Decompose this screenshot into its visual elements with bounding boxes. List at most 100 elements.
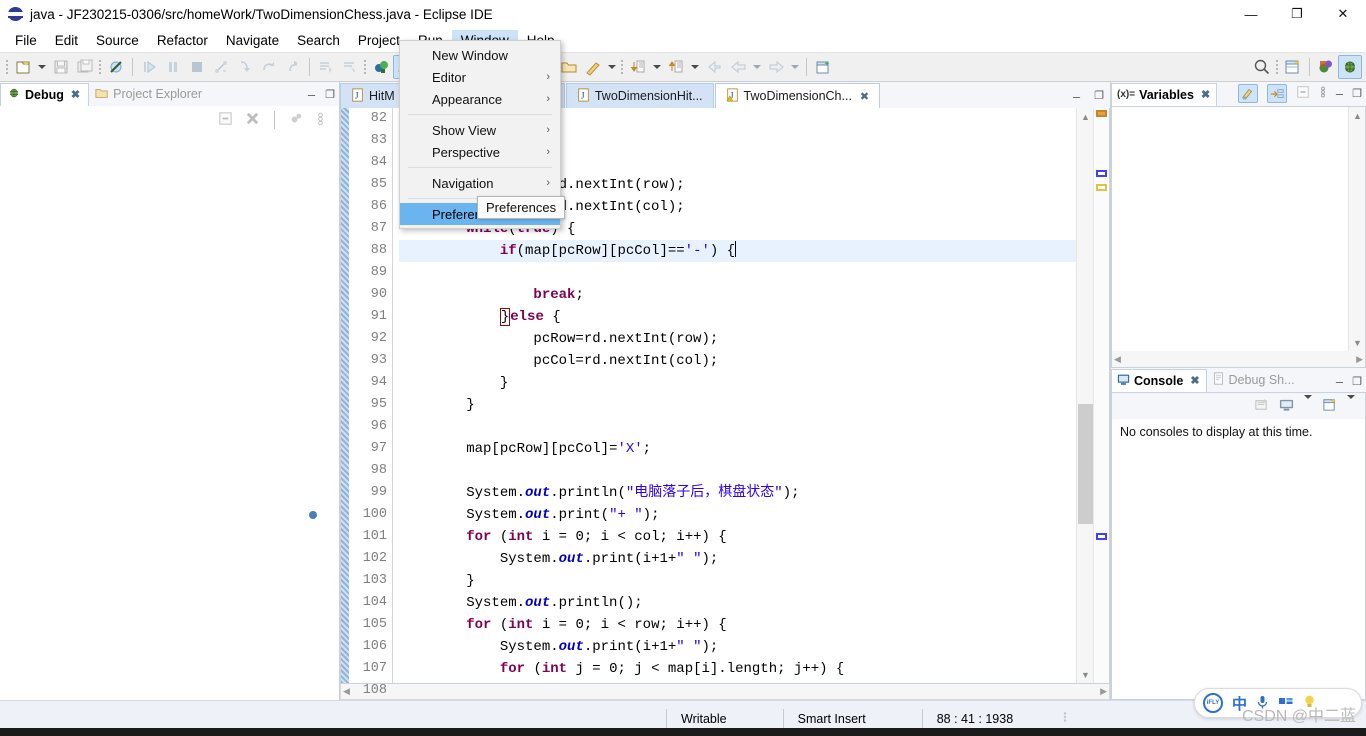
close-icon[interactable]: ✖ [71, 88, 80, 101]
code-line[interactable]: pcCol=rd.nextInt(col); [399, 350, 1076, 372]
code-line[interactable] [399, 460, 1076, 482]
variables-vertical-scrollbar[interactable]: ▲ ▼ [1348, 107, 1365, 351]
menu-item-show-view[interactable]: Show View › [400, 119, 560, 141]
tab-debug-shell[interactable]: Debug Sh... [1207, 369, 1301, 392]
toolbar-grip-3[interactable] [362, 57, 369, 77]
minimize-view-icon[interactable]: – [308, 87, 315, 102]
drop-to-frame-icon[interactable] [314, 55, 338, 79]
toolbar-grip-2[interactable] [97, 57, 104, 77]
view-menu-icon[interactable] [1319, 85, 1327, 102]
menu-source[interactable]: Source [87, 30, 148, 51]
overview-marker[interactable] [1096, 533, 1107, 540]
menu-navigate[interactable]: Navigate [217, 30, 288, 51]
tab-variables[interactable]: (x)= Variables ✖ [1111, 83, 1218, 106]
backward-icon[interactable] [726, 55, 750, 79]
external-tools-icon[interactable] [581, 55, 605, 79]
code-line[interactable]: } [399, 372, 1076, 394]
code-line[interactable]: for (int j = 0; j < map[i].length; j++) … [399, 658, 1076, 680]
save-icon[interactable] [49, 55, 73, 79]
external-dropdown-icon[interactable] [605, 55, 619, 79]
variables-table[interactable]: ▲ ▼ ◀ ▶ [1111, 106, 1366, 368]
code-line[interactable]: System.out.print(i+1+" "); [399, 636, 1076, 658]
close-icon[interactable]: ✖ [860, 90, 869, 103]
code-line[interactable]: System.out.print(i+1+" "); [399, 548, 1076, 570]
save-all-icon[interactable] [73, 55, 97, 79]
toolbar-grip-6[interactable] [1274, 57, 1281, 77]
suspend-icon[interactable] [161, 55, 185, 79]
show-logical-structure-icon[interactable] [1237, 84, 1258, 103]
code-line[interactable]: map[pcRow][pcCol]='X'; [399, 438, 1076, 460]
menu-search[interactable]: Search [288, 30, 349, 51]
variables-horizontal-scrollbar[interactable]: ◀ ▶ [1112, 351, 1365, 367]
code-line[interactable]: System.out.print("+ "); [399, 504, 1076, 526]
status-overflow-icon[interactable] [1061, 709, 1069, 728]
maximize-editor-icon[interactable]: ❐ [1094, 89, 1104, 104]
close-icon[interactable]: ✖ [1190, 374, 1199, 387]
new-wizard-icon[interactable] [11, 55, 35, 79]
code-line[interactable]: break; [399, 284, 1076, 306]
search-icon[interactable] [1250, 55, 1274, 79]
new-java-project-icon[interactable] [1281, 55, 1305, 79]
menu-item-editor[interactable]: Editor › [400, 66, 560, 88]
use-step-filters-icon[interactable] [338, 55, 362, 79]
minimize-button[interactable]: — [1228, 0, 1274, 28]
toolbar-grip-5[interactable] [619, 57, 626, 77]
step-over-icon[interactable] [257, 55, 281, 79]
editor-tab-3[interactable]: J TwoDimensionHit... [565, 83, 714, 108]
debug-perspective-small-icon[interactable] [369, 55, 393, 79]
console-body[interactable]: No consoles to display at this time. [1111, 392, 1366, 700]
backward-dropdown-icon[interactable] [750, 55, 764, 79]
code-line[interactable]: } [399, 394, 1076, 416]
editor-tab-0[interactable]: J HitM [340, 83, 406, 108]
overview-marker[interactable] [1096, 184, 1107, 191]
menu-file[interactable]: File [6, 30, 46, 51]
step-return-icon[interactable] [281, 55, 305, 79]
editor-horizontal-scrollbar[interactable]: ◀ ▶ [340, 684, 1110, 700]
next-annotation-icon[interactable] [626, 55, 650, 79]
editor-tab-4[interactable]: J TwoDimensionCh... ✖ [714, 83, 881, 108]
new-console-view-icon[interactable] [1322, 397, 1337, 415]
menu-edit[interactable]: Edit [46, 30, 87, 51]
code-line[interactable] [399, 680, 1076, 683]
step-into-icon[interactable] [233, 55, 257, 79]
minimize-variables-icon[interactable]: – [1336, 86, 1343, 101]
menu-item-appearance[interactable]: Appearance › [400, 88, 560, 110]
code-line[interactable]: if(map[pcRow][pcCol]=='-') { [399, 240, 1076, 262]
code-line[interactable]: }else { [399, 306, 1076, 328]
code-line[interactable]: System.out.println(); [399, 592, 1076, 614]
menu-item-navigation[interactable]: Navigation › [400, 172, 560, 194]
new-console-dropdown-icon[interactable] [1347, 394, 1355, 414]
menu-item-new-window[interactable]: New Window [400, 44, 560, 66]
scroll-thumb[interactable] [1078, 404, 1093, 524]
tab-debug[interactable]: Debug ✖ [0, 83, 90, 106]
console-dropdown-icon[interactable] [1304, 394, 1312, 414]
maximize-console-icon[interactable]: ❐ [1352, 375, 1362, 388]
close-icon[interactable]: ✖ [1201, 88, 1210, 101]
menu-item-perspective[interactable]: Perspective › [400, 141, 560, 163]
overview-ruler[interactable] [1093, 108, 1109, 683]
previous-annotation-icon[interactable] [664, 55, 688, 79]
maximize-button[interactable]: ❐ [1274, 0, 1320, 28]
code-line[interactable] [399, 262, 1076, 284]
code-line[interactable]: for (int i = 0; i < col; i++) { [399, 526, 1076, 548]
line-number-ruler[interactable]: 82 83 84 85 86 87 88 89 90 91 92 93 94 95 96 97 98 99 100 1… [309, 108, 393, 698]
new-java-class-icon[interactable] [811, 55, 835, 79]
overview-marker[interactable] [1096, 170, 1107, 177]
scroll-up-icon[interactable]: ▲ [1077, 108, 1094, 125]
editor-vertical-scrollbar[interactable]: ▲ ▼ [1076, 108, 1093, 683]
collapse-all-icon[interactable] [218, 111, 233, 129]
resume-icon[interactable] [137, 55, 161, 79]
code-line[interactable]: System.out.println("电脑落子后，棋盘状态"); [399, 482, 1076, 504]
menu-refactor[interactable]: Refactor [148, 30, 217, 51]
forward-icon[interactable] [764, 55, 788, 79]
terminate-icon[interactable] [185, 55, 209, 79]
code-line[interactable]: pcRow=rd.nextInt(row); [399, 328, 1076, 350]
minimize-editor-icon[interactable]: – [1073, 89, 1080, 104]
overview-marker[interactable] [1096, 110, 1107, 117]
new-dropdown-icon[interactable] [35, 55, 49, 79]
skip-all-breakpoints-icon[interactable] [104, 55, 128, 79]
scroll-up-icon[interactable]: ▲ [1349, 107, 1366, 124]
code-line[interactable]: } [399, 570, 1076, 592]
maximize-variables-icon[interactable]: ❐ [1352, 87, 1362, 100]
toolbar-grip[interactable] [4, 57, 11, 77]
